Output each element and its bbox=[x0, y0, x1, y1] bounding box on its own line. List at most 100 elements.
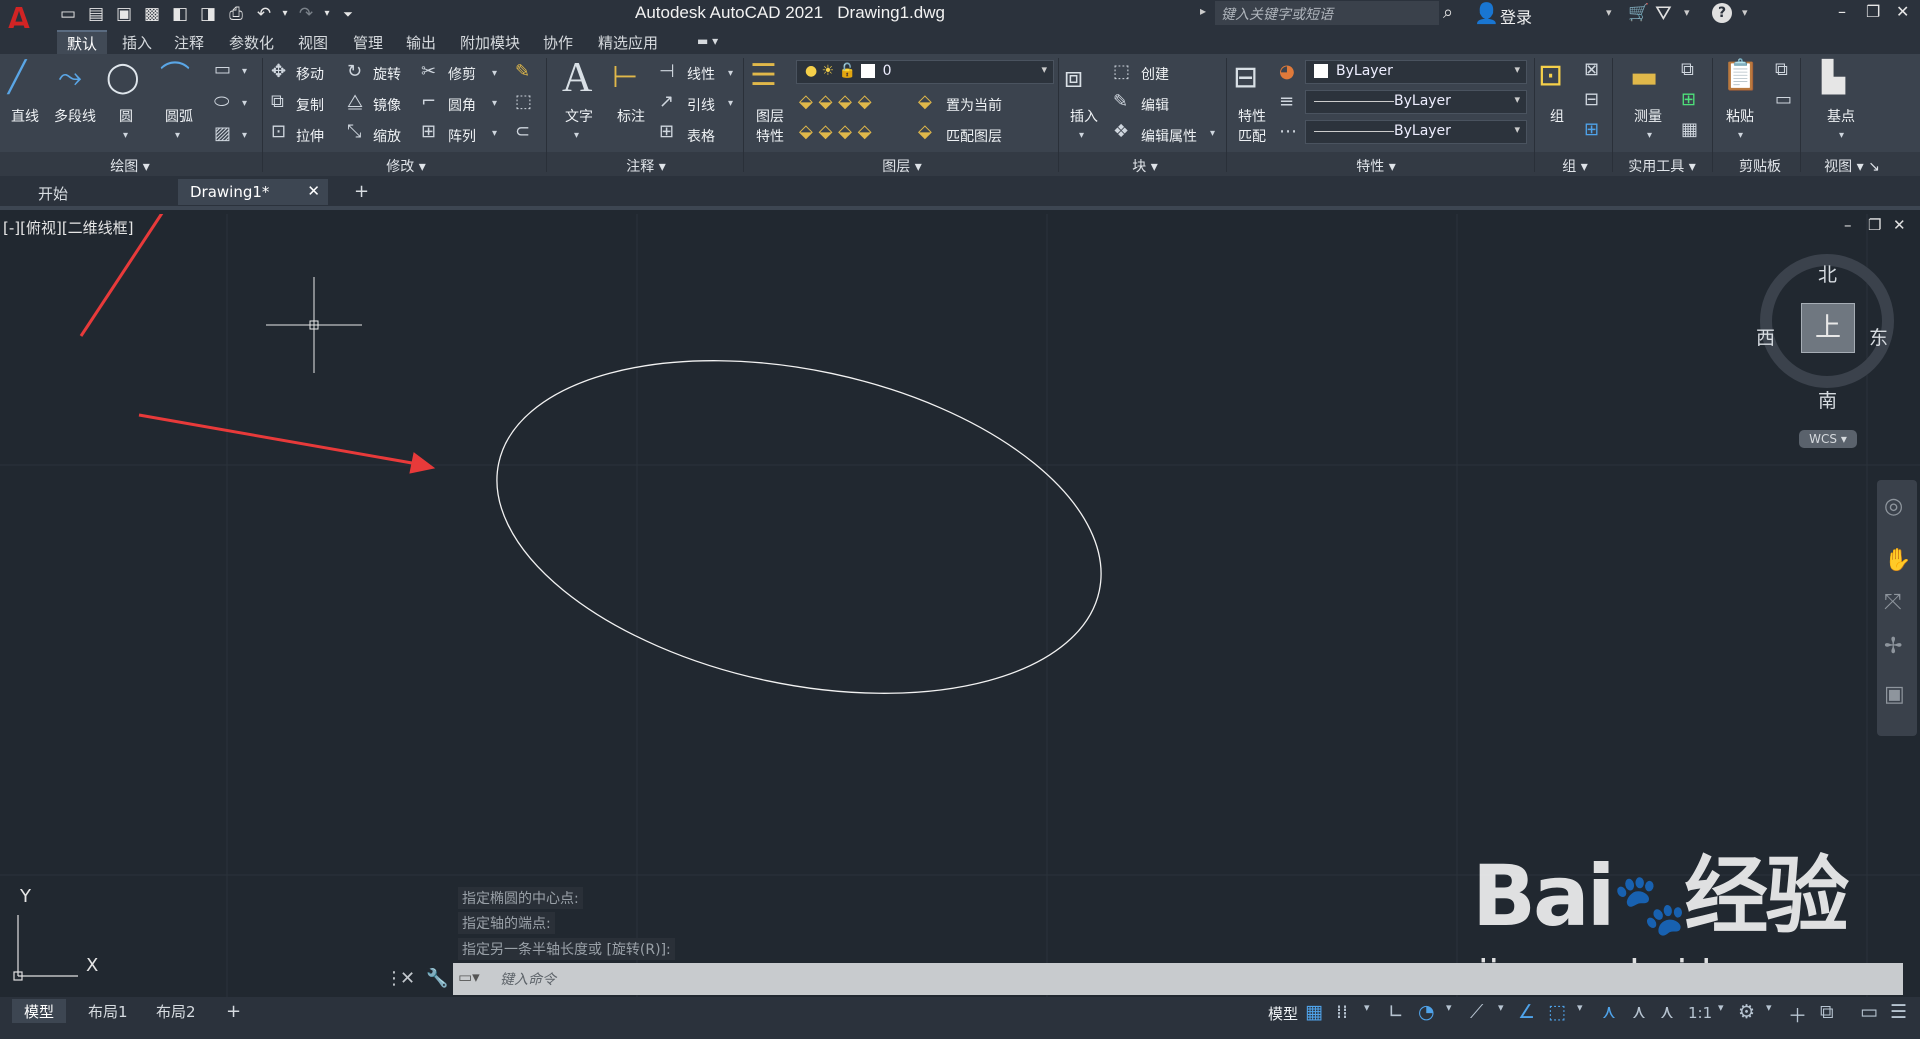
set-current-button[interactable]: 置为当前 bbox=[946, 95, 1002, 115]
search-icon[interactable]: ⌕ bbox=[1443, 2, 1453, 23]
wcs-menu[interactable]: WCS ▾ bbox=[1799, 430, 1857, 448]
copy-icon[interactable]: ⧉ bbox=[271, 92, 284, 112]
scale-button[interactable]: 缩放 bbox=[373, 126, 401, 146]
help-icon[interactable]: ? bbox=[1712, 3, 1732, 23]
tab-featured-apps[interactable]: 精选应用 bbox=[598, 32, 658, 53]
erase-icon[interactable]: ✎ bbox=[515, 62, 530, 82]
model-space-label[interactable]: 模型 bbox=[1268, 1003, 1298, 1024]
viewcube-top-face[interactable]: 上 bbox=[1801, 303, 1855, 353]
pan-icon[interactable]: ✋ bbox=[1884, 548, 1911, 573]
annotation-scale-value[interactable]: 1:1 bbox=[1688, 1004, 1712, 1022]
panel-title-view[interactable]: 视图 ▾ ↘ bbox=[1810, 156, 1894, 175]
mirror-icon[interactable]: ⧋ bbox=[347, 92, 363, 112]
base-view-button[interactable]: 基点 bbox=[1827, 106, 1855, 126]
new-tab-icon[interactable]: + bbox=[342, 177, 381, 203]
base-view-icon[interactable]: ▙ bbox=[1822, 60, 1845, 96]
cart-icon[interactable]: 🛒 bbox=[1628, 3, 1649, 23]
edit-block-icon[interactable]: ✎ bbox=[1113, 92, 1128, 112]
panel-title-groups[interactable]: 组 ▾ bbox=[1555, 156, 1595, 175]
select-all-icon[interactable]: ⊞ bbox=[1681, 90, 1696, 110]
rotate-icon[interactable]: ↻ bbox=[347, 62, 362, 82]
layer-dropdown[interactable]: ● ☀ 🔓 0 ▾ bbox=[796, 60, 1054, 84]
group-edit-icon[interactable]: ⊟ bbox=[1584, 90, 1599, 110]
leader-dropdown-icon[interactable]: ▾ bbox=[728, 94, 733, 114]
ribbon-toggle-icon[interactable]: ▬ ▾ bbox=[697, 34, 718, 48]
edit-attributes-dropdown-icon[interactable]: ▾ bbox=[1210, 124, 1215, 144]
paste-button[interactable]: 粘贴 bbox=[1726, 106, 1754, 126]
search-input[interactable]: 键入关键字或短语 bbox=[1215, 1, 1439, 25]
fillet-dropdown-icon[interactable]: ▾ bbox=[492, 94, 497, 114]
tab-model[interactable]: 模型 bbox=[12, 999, 67, 1023]
match-properties-label2[interactable]: 匹配 bbox=[1238, 126, 1266, 146]
polar-dropdown-icon[interactable]: ▾ bbox=[1446, 1001, 1452, 1014]
viewport-minimize-icon[interactable]: – bbox=[1844, 216, 1852, 234]
compass-south[interactable]: 南 bbox=[1818, 386, 1837, 413]
steering-wheel-icon[interactable]: ◎ bbox=[1884, 494, 1903, 519]
panel-title-modify[interactable]: 修改 ▾ bbox=[376, 156, 436, 175]
layer-properties-button[interactable]: 图层 bbox=[756, 106, 784, 126]
move-button[interactable]: 移动 bbox=[296, 64, 324, 84]
fullscreen-icon[interactable]: ▭ bbox=[1860, 1001, 1878, 1023]
hatch-icon[interactable]: ▨ bbox=[214, 124, 231, 144]
save-as-icon[interactable]: ▩ bbox=[140, 2, 164, 26]
tab-layout1[interactable]: 布局1 bbox=[76, 999, 140, 1023]
tab-output[interactable]: 输出 bbox=[406, 32, 436, 53]
tab-manage[interactable]: 管理 bbox=[353, 32, 383, 53]
circle-button[interactable]: 圆 bbox=[119, 106, 133, 126]
quick-select-icon[interactable]: ⧉ bbox=[1681, 60, 1694, 80]
panel-title-layers[interactable]: 图层 ▾ bbox=[872, 156, 932, 175]
rectangle-dropdown-icon[interactable]: ▾ bbox=[242, 62, 247, 82]
match-layer-button[interactable]: 匹配图层 bbox=[946, 126, 1002, 146]
scale-icon[interactable]: ⤡ bbox=[347, 122, 361, 142]
cut-icon[interactable]: ▭ bbox=[1775, 90, 1792, 110]
insert-block-icon[interactable]: ⧈ bbox=[1064, 60, 1083, 96]
leader-icon[interactable]: ↗ bbox=[659, 92, 674, 112]
command-line[interactable] bbox=[453, 963, 1903, 995]
undo-dropdown-icon[interactable]: ▾ bbox=[280, 2, 290, 26]
auto-scale-icon[interactable]: ⋏ bbox=[1632, 1001, 1646, 1023]
viewport-controls-label[interactable]: [-][俯视][二维线框] bbox=[3, 217, 134, 238]
fillet-icon[interactable]: ⌐ bbox=[421, 92, 436, 112]
tab-layout2[interactable]: 布局2 bbox=[144, 999, 208, 1023]
text-icon[interactable]: A bbox=[562, 57, 592, 99]
zoom-extents-icon[interactable]: ⤧ bbox=[1884, 590, 1902, 615]
minimize-icon[interactable]: – bbox=[1838, 2, 1846, 21]
panel-title-clipboard[interactable]: 剪贴板 bbox=[1730, 156, 1790, 175]
paste-icon[interactable]: 📋 bbox=[1722, 58, 1759, 94]
text-dropdown-icon[interactable]: ▾ bbox=[574, 126, 579, 146]
viewport-restore-icon[interactable]: ❐ bbox=[1868, 216, 1881, 234]
tab-default[interactable]: 默认 bbox=[57, 30, 108, 55]
web-save-icon[interactable]: ◨ bbox=[196, 2, 220, 26]
command-close-icon[interactable]: ✕ bbox=[400, 968, 415, 989]
measure-dropdown-icon[interactable]: ▾ bbox=[1647, 126, 1652, 146]
workspace-dropdown-icon[interactable]: ▾ bbox=[1766, 1001, 1772, 1014]
ellipse-shape[interactable] bbox=[466, 310, 1132, 745]
paste-dropdown-icon[interactable]: ▾ bbox=[1738, 126, 1743, 146]
isodraft-dropdown-icon[interactable]: ▾ bbox=[1498, 1001, 1504, 1014]
match-layer-icon[interactable]: ⬙ bbox=[918, 122, 932, 142]
customize-qat-icon[interactable]: ⏷ bbox=[336, 2, 360, 26]
object-snap-tracking-icon[interactable]: ∠ bbox=[1518, 1001, 1535, 1023]
fillet-button[interactable]: 圆角 bbox=[448, 95, 476, 115]
create-block-icon[interactable]: ⬚ bbox=[1113, 62, 1130, 82]
login-dropdown-icon[interactable]: ▾ bbox=[1606, 6, 1612, 19]
polar-icon[interactable]: ◔ bbox=[1418, 1001, 1435, 1023]
edit-block-button[interactable]: 编辑 bbox=[1141, 95, 1169, 115]
linear-icon[interactable]: ⊣ bbox=[659, 62, 675, 82]
tab-collaborate[interactable]: 协作 bbox=[543, 32, 573, 53]
match-properties-button[interactable]: 特性 bbox=[1238, 106, 1266, 126]
snap-icon[interactable]: ⁞⁞ bbox=[1336, 1001, 1348, 1023]
lineweight-dropdown[interactable]: ByLayer ▾ bbox=[1305, 90, 1527, 114]
offset-icon[interactable]: ⊂ bbox=[515, 122, 530, 142]
restore-icon[interactable]: ❐ bbox=[1866, 2, 1880, 21]
line-icon[interactable]: ╱ bbox=[8, 60, 26, 96]
linear-button[interactable]: 线性 bbox=[687, 64, 715, 84]
set-current-icon[interactable]: ⬙ bbox=[918, 92, 932, 112]
create-block-button[interactable]: 创建 bbox=[1141, 64, 1169, 84]
panel-title-utilities[interactable]: 实用工具 ▾ bbox=[1620, 156, 1704, 175]
insert-button[interactable]: 插入 bbox=[1070, 106, 1098, 126]
user-icon[interactable]: 👤 bbox=[1474, 1, 1499, 25]
orbit-icon[interactable]: ✢ bbox=[1884, 634, 1902, 659]
base-view-dropdown-icon[interactable]: ▾ bbox=[1839, 126, 1844, 146]
trim-icon[interactable]: ✂ bbox=[421, 62, 436, 82]
